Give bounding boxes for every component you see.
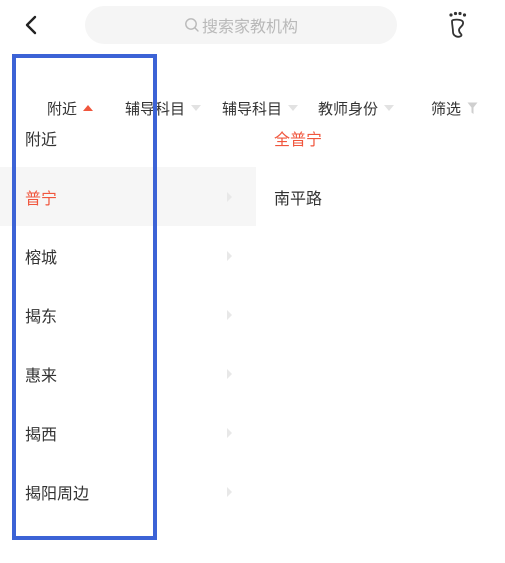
top-bar: 搜索家教机构: [0, 0, 505, 52]
district-label: 普宁: [25, 188, 58, 208]
list-item[interactable]: 南平路: [256, 167, 505, 226]
district-label: 惠来: [25, 365, 58, 385]
chevron-right-icon: [227, 309, 232, 320]
list-item-selected[interactable]: 全普宁: [256, 108, 505, 167]
chevron-right-icon: [227, 250, 232, 261]
footprint-icon: [449, 11, 467, 38]
district-list: 附近 普宁 榕城 揭东 惠来 揭西 揭阳周边: [0, 108, 256, 521]
list-item[interactable]: 揭阳周边: [0, 462, 256, 521]
list-item-selected[interactable]: 普宁: [0, 167, 256, 226]
footprint-button[interactable]: [444, 9, 470, 39]
chevron-left-icon: [25, 15, 37, 35]
district-label: 揭阳周边: [25, 483, 90, 503]
district-label: 揭西: [25, 424, 58, 444]
list-item[interactable]: 揭西: [0, 403, 256, 462]
chevron-right-icon: [227, 368, 232, 379]
search-input[interactable]: 搜索家教机构: [85, 6, 397, 44]
chevron-right-icon: [227, 427, 232, 438]
district-label: 榕城: [25, 247, 58, 267]
list-item[interactable]: 惠来: [0, 344, 256, 403]
subarea-label: 全普宁: [274, 129, 323, 149]
list-item[interactable]: 榕城: [0, 226, 256, 285]
district-label: 附近: [25, 129, 58, 149]
list-item[interactable]: 揭东: [0, 285, 256, 344]
district-label: 揭东: [25, 306, 58, 326]
subarea-label: 南平路: [274, 188, 323, 208]
chevron-right-icon: [227, 191, 232, 202]
list-item[interactable]: 附近: [0, 108, 256, 167]
search-placeholder: 搜索家教机构: [201, 17, 298, 36]
back-button[interactable]: [18, 10, 48, 40]
chevron-right-icon: [227, 486, 232, 497]
subarea-list: 全普宁 南平路: [256, 108, 505, 226]
search-icon: [184, 17, 200, 33]
